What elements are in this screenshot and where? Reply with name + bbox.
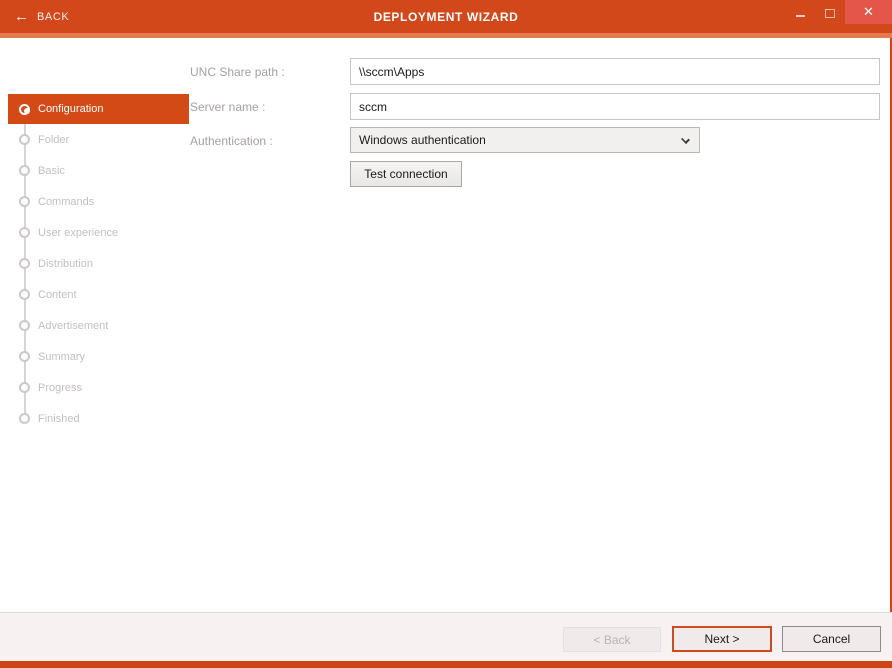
server-name-label: Server name : — [190, 100, 265, 114]
sidebar-step-finished[interactable]: Finished — [8, 403, 189, 434]
sidebar-step-content[interactable]: Content — [8, 279, 189, 310]
sidebar-step-configuration[interactable]: Configuration — [8, 94, 189, 124]
back-button[interactable]: < Back — [563, 627, 661, 652]
step-label: Folder — [38, 134, 69, 146]
sidebar-step-commands[interactable]: Commands — [8, 186, 189, 217]
authentication-select[interactable]: Windows authentication — [350, 127, 700, 153]
window-bottom-border — [0, 661, 892, 668]
step-label: Progress — [38, 382, 82, 394]
window-title: DEPLOYMENT WIZARD — [0, 0, 892, 33]
sidebar-step-basic[interactable]: Basic — [8, 155, 189, 186]
window-controls: ✕ — [785, 0, 892, 33]
authentication-label: Authentication : — [190, 134, 273, 148]
server-name-input[interactable] — [350, 93, 880, 120]
step-label: Content — [38, 289, 77, 301]
step-list: Configuration Folder Basic Commands User… — [8, 94, 189, 434]
step-radio-icon — [19, 196, 30, 207]
step-label: Basic — [38, 165, 65, 177]
step-label: Advertisement — [38, 320, 108, 332]
step-radio-icon — [19, 165, 30, 176]
minimize-icon — [796, 15, 805, 17]
sidebar-step-advertisement[interactable]: Advertisement — [8, 310, 189, 341]
test-connection-button[interactable]: Test connection — [350, 161, 462, 187]
footer-bar: < Back Next > Cancel — [0, 612, 892, 661]
maximize-button[interactable] — [815, 0, 845, 24]
minimize-button[interactable] — [785, 0, 815, 24]
step-radio-icon — [19, 320, 30, 331]
sidebar-step-folder[interactable]: Folder — [8, 124, 189, 155]
step-radio-icon — [19, 134, 30, 145]
close-icon: ✕ — [863, 4, 874, 20]
back-nav-label: BACK — [37, 11, 69, 23]
step-radio-icon — [19, 351, 30, 362]
step-label: Distribution — [38, 258, 93, 270]
back-arrow-icon: ← — [14, 9, 29, 24]
step-radio-icon — [19, 413, 30, 424]
step-radio-icon — [19, 289, 30, 300]
chevron-down-icon — [681, 135, 690, 144]
close-button[interactable]: ✕ — [845, 0, 892, 24]
sidebar-step-progress[interactable]: Progress — [8, 372, 189, 403]
sidebar-step-user-experience[interactable]: User experience — [8, 217, 189, 248]
step-radio-icon — [19, 258, 30, 269]
authentication-selected-value: Windows authentication — [359, 133, 486, 147]
unc-share-path-label: UNC Share path : — [190, 65, 285, 79]
sidebar-step-distribution[interactable]: Distribution — [8, 248, 189, 279]
back-nav-button[interactable]: ← BACK — [14, 0, 69, 33]
step-label: User experience — [38, 227, 118, 239]
step-label: Configuration — [38, 103, 103, 115]
cancel-button[interactable]: Cancel — [782, 626, 881, 652]
unc-share-path-input[interactable] — [350, 58, 880, 85]
maximize-icon — [825, 9, 835, 18]
title-bar: ← BACK DEPLOYMENT WIZARD ✕ — [0, 0, 892, 33]
step-label: Finished — [38, 413, 80, 425]
step-radio-icon — [19, 104, 30, 115]
next-button[interactable]: Next > — [672, 626, 772, 652]
step-label: Summary — [38, 351, 85, 363]
deployment-wizard-window: ← BACK DEPLOYMENT WIZARD ✕ Configuration… — [0, 0, 892, 668]
wizard-steps-sidebar: Configuration Folder Basic Commands User… — [0, 38, 200, 612]
step-label: Commands — [38, 196, 94, 208]
sidebar-step-summary[interactable]: Summary — [8, 341, 189, 372]
step-radio-icon — [19, 382, 30, 393]
step-radio-icon — [19, 227, 30, 238]
